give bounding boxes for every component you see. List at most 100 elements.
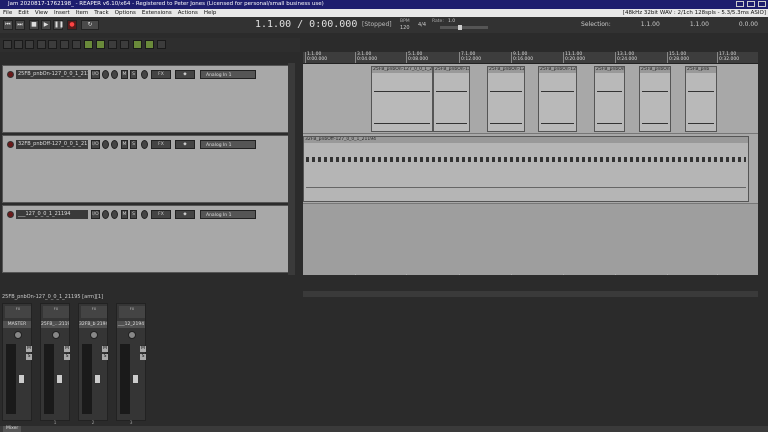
item-lock-icon[interactable] [120,40,129,49]
envelope-icon[interactable] [108,40,117,49]
pan-knob[interactable] [14,331,22,339]
menu-edit[interactable]: Edit [18,9,29,17]
new-project-icon[interactable] [3,40,12,49]
menu-extensions[interactable]: Extensions [142,9,172,17]
mixer-strip-1[interactable]: FX 25FB_...2119 M S 1 [40,303,70,426]
track-lane-1[interactable]: 25FB_pnbOn-127_0_0_1_21195 25FB_pnbOn-12… [303,64,758,134]
track-3[interactable]: ___127_0_0_1_21194 I/O M S FX ◆ Analog I… [2,205,290,273]
track-name[interactable]: ___127_0_0_1_21194 [16,210,88,219]
io-button[interactable]: I/O [91,140,100,149]
volume-knob[interactable] [102,140,109,149]
selection-end[interactable]: 1.1.00 [690,21,709,28]
auto-crossfade-icon[interactable] [133,40,142,49]
menu-help[interactable]: Help [204,9,217,17]
close-icon[interactable] [758,1,766,7]
envelope-button[interactable]: ◆ [175,140,195,149]
horizontal-scrollbar[interactable] [303,291,758,297]
loop-points-icon[interactable] [145,40,154,49]
menu-view[interactable]: View [35,9,48,17]
fx-bypass-icon[interactable] [141,140,148,149]
pan-knob[interactable] [128,331,136,339]
mute-button[interactable]: M [102,346,108,352]
mixer-strip-master[interactable]: FX MASTER M S [2,303,32,421]
envelope-button[interactable]: ◆ [175,70,195,79]
selection-start[interactable]: 1.1.00 [641,21,660,28]
track-panel-scrollbar[interactable] [288,63,295,275]
pan-knob[interactable] [111,140,118,149]
mute-button[interactable]: M [121,70,128,79]
volume-knob[interactable] [102,70,109,79]
mixer-tab[interactable]: Mixer [3,426,22,432]
solo-button[interactable]: S [140,354,146,360]
media-item[interactable]: 25FB_pnbOn-127_0_0_1_21195 [371,66,433,132]
pan-knob[interactable] [111,210,118,219]
snap-icon[interactable] [84,40,93,49]
fx-button[interactable]: FX [151,210,171,219]
fx-button[interactable]: FX [151,70,171,79]
solo-button[interactable]: S [130,140,137,149]
media-item[interactable]: 25FB_pnbOn-127 [594,66,625,132]
mute-button[interactable]: M [121,210,128,219]
io-button[interactable]: I/O [91,70,100,79]
mute-button[interactable]: M [140,346,146,352]
mute-button[interactable]: M [26,346,32,352]
play-button[interactable]: ▶ [41,20,51,30]
volume-fader[interactable] [18,374,25,384]
pan-knob[interactable] [90,331,98,339]
fx-slot[interactable]: FX [81,306,107,318]
volume-fader[interactable] [94,374,101,384]
record-arm-button[interactable] [7,211,14,218]
metronome-icon[interactable] [60,40,69,49]
fx-slot[interactable]: FX [5,306,31,318]
track-1[interactable]: 25FB_pnbOn-127_0_0_1_21195 I/O M S FX ◆ … [2,65,290,133]
timeline-ruler[interactable]: 1.1.00 0:00.000 3.1.00 0:04.000 5.1.00 0:08… [303,52,758,64]
track-name[interactable]: 32FB_pnbOff-127_0_0_1_21194 [16,140,88,149]
volume-knob[interactable] [102,210,109,219]
solo-button[interactable]: S [102,354,108,360]
open-project-icon[interactable] [14,40,23,49]
menu-track[interactable]: Track [94,9,108,17]
menu-insert[interactable]: Insert [54,9,70,17]
media-item[interactable]: 25FB_pnbOn-12 [433,66,470,132]
rate-value[interactable]: 1.0 [448,19,455,24]
solo-button[interactable]: S [130,70,137,79]
mixer-strip-3[interactable]: FX ___12_2194 M S 3 [116,303,146,426]
undo-icon[interactable] [37,40,46,49]
mute-button[interactable]: M [64,346,70,352]
lock-icon[interactable] [157,40,166,49]
selection-length[interactable]: 0.0.00 [739,21,758,28]
solo-button[interactable]: S [130,210,137,219]
fx-button[interactable]: FX [151,140,171,149]
fx-bypass-icon[interactable] [141,210,148,219]
repeat-toggle[interactable]: ↻ [81,20,99,30]
rate-slider[interactable] [440,25,488,30]
record-arm-button[interactable] [7,71,14,78]
track-2[interactable]: 32FB_pnbOff-127_0_0_1_21194 I/O M S FX ◆… [2,135,290,203]
solo-button[interactable]: S [26,354,32,360]
media-item[interactable]: 25FB_pnbOn [639,66,671,132]
transport-position[interactable]: 1.1.00 / 0:00.000 [255,19,357,30]
track-lane-3[interactable] [303,204,758,274]
ripple-edit-icon[interactable] [72,40,81,49]
bpm-value[interactable]: 120 [400,25,410,31]
menu-options[interactable]: Options [115,9,136,17]
fx-bypass-icon[interactable] [141,70,148,79]
fx-slot[interactable]: FX [43,306,69,318]
redo-icon[interactable] [48,40,57,49]
mixer-strip-2[interactable]: FX 32FB_b 2194 M S 2 [78,303,108,426]
save-project-icon[interactable] [25,40,34,49]
minimize-icon[interactable] [736,1,744,7]
maximize-icon[interactable] [747,1,755,7]
menu-item[interactable]: Item [76,9,89,17]
volume-fader[interactable] [56,374,63,384]
go-to-start-button[interactable]: ⏮ [3,20,13,30]
pan-knob[interactable] [52,331,60,339]
io-button[interactable]: I/O [91,210,100,219]
grid-icon[interactable] [96,40,105,49]
fx-slot[interactable]: FX [119,306,145,318]
solo-button[interactable]: S [64,354,70,360]
media-item[interactable]: 25FB_pnbOn-127_0_0 [487,66,525,132]
volume-fader[interactable] [132,374,139,384]
record-input-select[interactable]: Analog In 1 [200,140,256,149]
envelope-button[interactable]: ◆ [175,210,195,219]
